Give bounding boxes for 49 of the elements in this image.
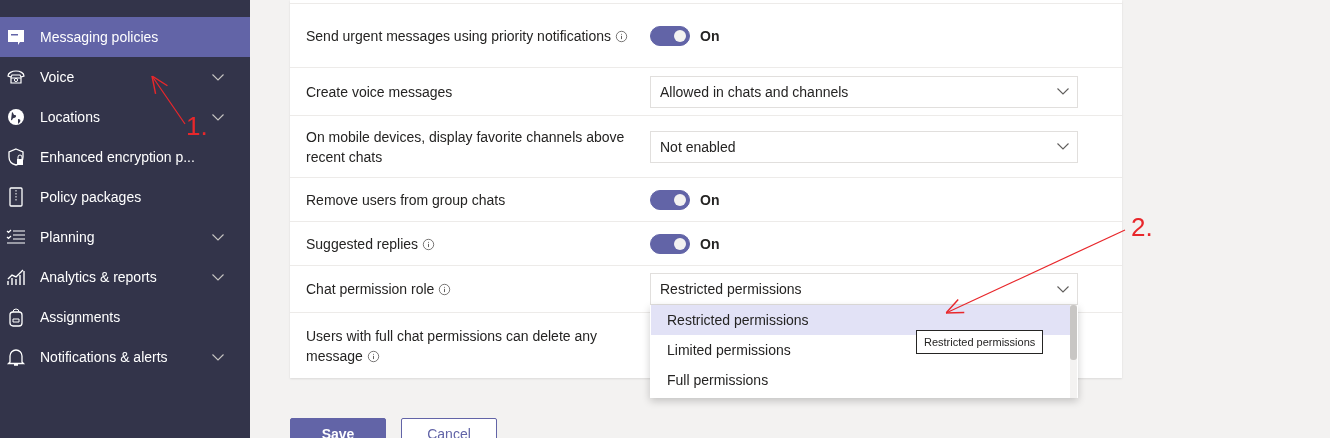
chevron-down-icon <box>1057 88 1069 95</box>
backpack-icon <box>6 307 26 327</box>
nav-item[interactable]: Policy packages <box>6 187 142 207</box>
toggle-state: On <box>700 235 720 252</box>
setting-label: Users with full chat permissions can delete any message <box>306 327 598 364</box>
chevron-down-icon <box>1057 285 1069 293</box>
setting-label: Chat permission role <box>306 281 452 297</box>
toggle-state: On <box>700 191 720 208</box>
annotation-label: 2. <box>1131 212 1153 242</box>
annotation-arrow <box>151 75 186 125</box>
nav-item[interactable]: Voice <box>6 67 75 87</box>
chevron-down-icon <box>1057 143 1069 150</box>
setting-label: Remove users from group chats <box>306 191 506 208</box>
info-icon <box>366 349 380 363</box>
annotation-label: 1. <box>186 111 208 141</box>
telephone-icon <box>6 67 26 87</box>
nav-item[interactable]: Assignments <box>6 307 121 327</box>
info-icon <box>438 283 452 296</box>
package-icon <box>6 187 26 207</box>
nav-item[interactable]: Analytics & reports <box>6 267 157 287</box>
bell-icon <box>6 347 26 367</box>
shield-lock-icon <box>6 147 26 167</box>
toggle-switch[interactable] <box>650 189 690 210</box>
nav-item[interactable]: Locations <box>6 107 100 127</box>
bar-chart-icon <box>6 267 26 287</box>
chat-icon <box>6 27 26 47</box>
dropdown-option[interactable]: Restricted permissions <box>651 305 1070 335</box>
setting-label: Send urgent messages using priority notifications <box>306 27 628 44</box>
toggle-switch[interactable] <box>650 233 690 254</box>
dropdown-option[interactable]: Full permissions <box>651 365 773 395</box>
dropdown[interactable]: Restricted permissions <box>650 273 1078 305</box>
setting-label: Suggested replies <box>306 235 435 252</box>
dropdown-option[interactable]: Limited permissions <box>651 335 795 365</box>
setting-label: Create voice messages <box>306 83 453 100</box>
nav-item[interactable]: Messaging policies <box>6 27 159 47</box>
info-icon <box>614 29 628 43</box>
globe-icon <box>6 107 26 127</box>
nav-item[interactable]: Notifications & alerts <box>6 347 168 367</box>
dropdown[interactable]: Allowed in chats and channels <box>650 75 1078 108</box>
nav-item[interactable]: Enhanced encryption p... <box>6 147 195 167</box>
toggle-switch[interactable] <box>650 25 690 46</box>
dropdown[interactable]: Not enabled <box>650 130 1078 163</box>
toggle-state: On <box>700 27 720 44</box>
checklist-icon <box>6 227 26 247</box>
scrollbar-thumb[interactable] <box>1070 305 1077 360</box>
info-icon <box>421 237 435 251</box>
nav-item[interactable]: Planning <box>6 227 95 247</box>
setting-label: On mobile devices, display favorite channels above recent chats <box>306 128 625 165</box>
tooltip: Restricted permissions <box>916 330 1044 354</box>
